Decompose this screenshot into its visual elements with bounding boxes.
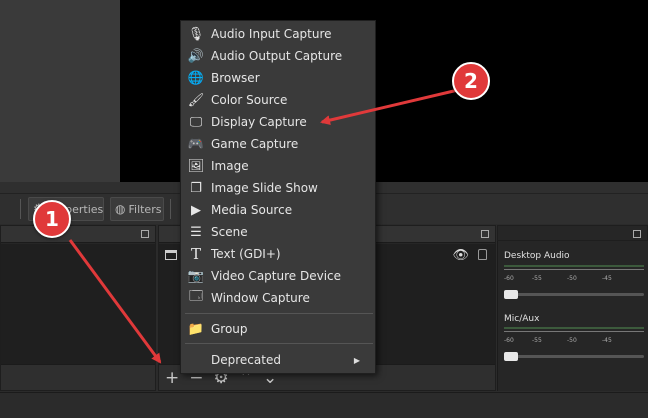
play-icon: ▶: [191, 202, 201, 218]
window-icon: 🗔: [188, 289, 204, 304]
add-source-icon[interactable]: +: [165, 368, 179, 388]
toolbar-separator: [20, 199, 21, 219]
folder-icon: 📁: [187, 321, 205, 337]
desktop-audio-volume-track[interactable]: [506, 293, 644, 296]
undock-icon[interactable]: [633, 230, 641, 238]
menu-item-video-capture-device[interactable]: 📷 Video Capture Device: [182, 265, 374, 287]
mic-aux-meter: [504, 327, 644, 329]
desktop-audio-label: Desktop Audio: [504, 251, 570, 261]
step-badge-1: 1: [33, 200, 71, 238]
filters-button[interactable]: ◍ Filters: [110, 197, 164, 221]
menu-item-scene[interactable]: ☰ Scene: [182, 221, 374, 243]
image-icon: 🖼: [187, 158, 205, 174]
mic-aux-label: Mic/Aux: [504, 314, 540, 324]
menu-item-game-capture[interactable]: 🎮 Game Capture: [182, 133, 374, 155]
menu-item-audio-input-capture[interactable]: 🎙 Audio Input Capture: [182, 23, 374, 45]
audio-mixer: Desktop Audio -60 -55 -50 -45 Mic/Aux -6…: [497, 241, 648, 391]
menu-item-display-capture[interactable]: 🖵 Display Capture: [182, 111, 374, 133]
menu-item-audio-output-capture[interactable]: 🔊 Audio Output Capture: [182, 45, 374, 67]
menu-item-image-slide-show[interactable]: ❐ Image Slide Show: [182, 177, 374, 199]
scenes-footer: [1, 364, 155, 390]
menu-item-deprecated[interactable]: Deprecated ▶: [182, 349, 374, 371]
toolbar-separator: [170, 199, 171, 219]
desktop-audio-meter: [504, 265, 644, 267]
window-icon: [165, 250, 177, 260]
visibility-eye-icon[interactable]: 👁: [452, 248, 469, 263]
camera-icon: 📷: [187, 268, 205, 284]
menu-item-group[interactable]: 📁 Group: [182, 318, 374, 340]
filters-icon: ◍: [115, 202, 126, 216]
gamepad-icon: 🎮: [187, 136, 205, 152]
lock-icon[interactable]: [478, 249, 487, 260]
brush-icon: 🖌: [187, 92, 205, 108]
scenes-panel: [0, 225, 156, 391]
text-icon: T: [190, 245, 201, 263]
add-source-menu: 🎙 Audio Input Capture 🔊 Audio Output Cap…: [180, 20, 376, 374]
undock-icon[interactable]: [141, 230, 149, 238]
menu-item-window-capture[interactable]: 🗔 Window Capture: [182, 287, 374, 309]
list-icon: ☰: [190, 224, 202, 240]
menu-item-text-gdi[interactable]: T Text (GDI+): [182, 243, 374, 265]
menu-item-color-source[interactable]: 🖌 Color Source: [182, 89, 374, 111]
globe-icon: 🌐: [187, 70, 205, 86]
preview-side-area: [0, 0, 120, 182]
mic-aux-volume-knob[interactable]: [504, 352, 518, 361]
monitor-icon: 🖵: [189, 114, 203, 130]
microphone-icon: 🎙: [187, 26, 205, 42]
submenu-arrow-icon: ▶: [353, 355, 360, 365]
menu-item-browser[interactable]: 🌐 Browser: [182, 67, 374, 89]
status-bar: [0, 392, 648, 418]
undock-icon[interactable]: [481, 230, 489, 238]
desktop-audio-volume-knob[interactable]: [504, 290, 518, 299]
mic-aux-volume-track[interactable]: [506, 355, 644, 358]
menu-separator: [185, 343, 373, 344]
filters-label: Filters: [128, 202, 162, 216]
menu-item-media-source[interactable]: ▶ Media Source: [182, 199, 374, 221]
step-badge-2: 2: [452, 62, 490, 100]
menu-separator: [185, 313, 373, 314]
mixer-panel-header: [497, 225, 648, 241]
scenes-list[interactable]: [1, 244, 155, 364]
speaker-icon: 🔊: [187, 48, 205, 64]
menu-item-image[interactable]: 🖼 Image: [182, 155, 374, 177]
slideshow-icon: ❐: [190, 180, 202, 196]
scenes-panel-header: [1, 226, 155, 243]
